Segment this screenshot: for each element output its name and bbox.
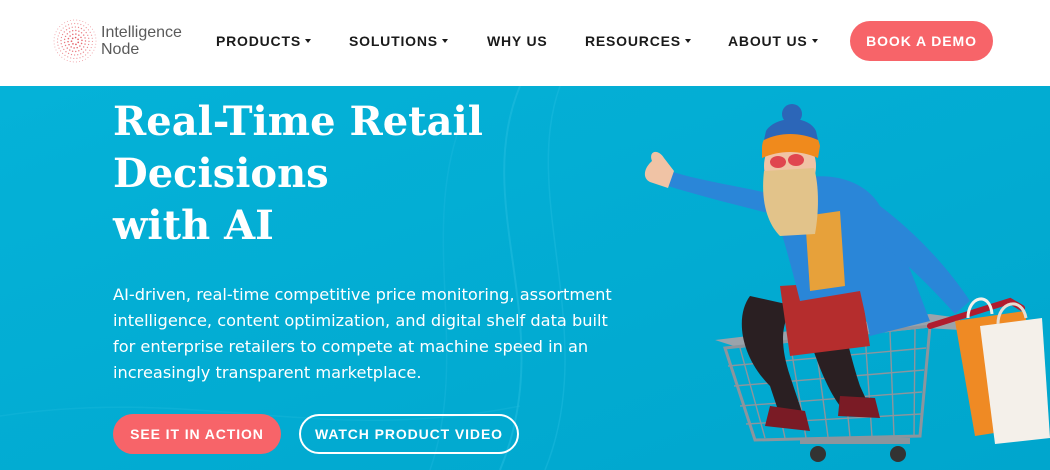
brand-name-line2: Node <box>101 41 140 58</box>
nav-item-label: SOLUTIONS <box>349 33 438 49</box>
nav-item-label: WHY US <box>487 33 548 49</box>
nav-item-solutions[interactable]: SOLUTIONS <box>349 33 448 49</box>
hero-headline: Real-Time Retail Decisions with AI <box>113 96 573 252</box>
caret-down-icon <box>441 38 448 43</box>
brand-name-line1: Intelligence <box>101 24 182 41</box>
nav-item-about-us[interactable]: ABOUT US <box>728 33 818 49</box>
nav-item-products[interactable]: PRODUCTS <box>216 33 311 49</box>
book-demo-button[interactable]: BOOK A DEMO <box>850 21 993 61</box>
caret-down-icon <box>811 38 818 43</box>
hero-headline-line1: Real-Time Retail <box>113 98 483 145</box>
watch-product-video-button[interactable]: WATCH PRODUCT VIDEO <box>299 414 519 454</box>
nav-item-resources[interactable]: RESOURCES <box>585 33 691 49</box>
hero-headline-line2: Decisions <box>113 150 329 197</box>
nav-item-why-us[interactable]: WHY US <box>487 33 548 49</box>
hero-description: AI-driven, real-time competitive price m… <box>113 285 612 382</box>
woman-riding-shopping-cart-illustration <box>644 104 1050 462</box>
dotted-globe-logo-icon <box>53 19 97 63</box>
caret-down-icon <box>304 38 311 43</box>
site-header: Intelligence Node PRODUCTS SOLUTIONS WHY… <box>0 0 1050 86</box>
caret-down-icon <box>684 38 691 43</box>
nav-item-label: RESOURCES <box>585 33 681 49</box>
nav-item-label: PRODUCTS <box>216 33 301 49</box>
hero-section: Real-Time Retail Decisions with AI AI-dr… <box>0 86 1050 470</box>
see-it-in-action-button[interactable]: SEE IT IN ACTION <box>113 414 281 454</box>
nav-item-label: ABOUT US <box>728 33 808 49</box>
brand-logo[interactable]: Intelligence Node <box>52 18 192 66</box>
brand-name: Intelligence Node <box>101 24 182 58</box>
hero-headline-line3: with AI <box>113 202 274 249</box>
